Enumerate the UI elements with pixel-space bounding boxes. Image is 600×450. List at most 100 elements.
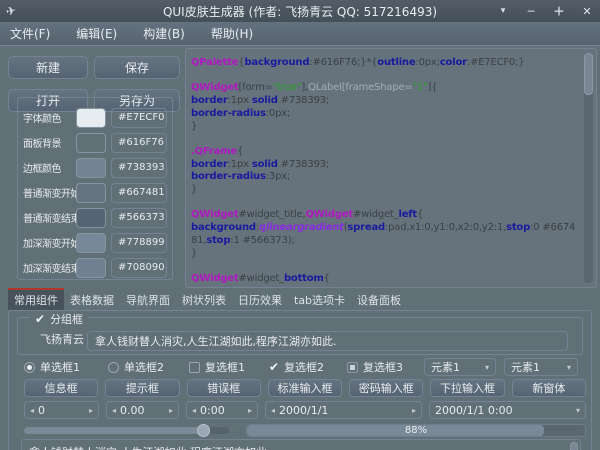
spinbox-value: 0: [38, 404, 85, 417]
spin-left-icon[interactable]: ◂: [112, 406, 116, 415]
color-label: 边框颜色: [23, 160, 76, 175]
chevron-down-icon: ▾: [485, 363, 489, 372]
dialog-button-5[interactable]: 下拉输入框: [430, 379, 504, 397]
code-line-9: border-radius:3px;: [191, 171, 580, 184]
spin-right-icon[interactable]: ▸: [412, 406, 416, 415]
radio-0[interactable]: 单选框1: [24, 358, 80, 376]
code-line-6: [191, 133, 580, 146]
checkbox-label: 复选框3: [363, 359, 403, 375]
color-swatch[interactable]: [76, 108, 106, 128]
code-token: :1px: [228, 95, 252, 106]
combobox-0[interactable]: 元素1▾: [424, 358, 496, 376]
maximize-icon[interactable]: ＋: [552, 3, 566, 19]
file-button-1[interactable]: 保存: [94, 56, 180, 79]
code-line-7: .QFrame{: [191, 146, 580, 159]
textbox-scrollbar-thumb[interactable]: [570, 442, 578, 450]
color-label: 字体颜色: [23, 110, 76, 125]
color-hex-value[interactable]: #738393: [111, 158, 167, 178]
tab-4[interactable]: 日历效果: [232, 288, 288, 310]
color-swatch[interactable]: [76, 258, 106, 278]
code-token: color: [440, 57, 467, 68]
color-swatch[interactable]: [76, 158, 106, 178]
spin-left-icon[interactable]: ◂: [30, 406, 34, 415]
spinbox-value: 2000/1/1: [279, 404, 408, 417]
qss-code-editor[interactable]: QPalette{background:#616F76;}*{outline:0…: [185, 48, 597, 288]
color-label: 加深渐变开始: [23, 235, 76, 250]
radio-label: 单选框1: [40, 359, 80, 375]
horizontal-slider[interactable]: [24, 427, 229, 434]
spin-right-icon[interactable]: ▸: [169, 406, 173, 415]
color-hex-value[interactable]: #616F76: [111, 133, 167, 153]
code-token: #widget_: [353, 209, 399, 220]
spinbox-1[interactable]: ◂0.00▸: [106, 401, 179, 419]
slider-handle[interactable]: [197, 424, 210, 437]
code-line-1: [191, 70, 580, 83]
multiline-textbox[interactable]: 拿人钱财替人消灾,人生江湖如此,程序江湖亦如此.: [21, 439, 581, 450]
close-icon[interactable]: ✕: [580, 5, 594, 18]
checkbox-1[interactable]: ✔复选框2: [269, 358, 324, 376]
color-row-0: 字体颜色 #E7ECF0: [23, 105, 167, 130]
radio-1[interactable]: 单选框2: [108, 358, 164, 376]
progress-bar-label: 88%: [247, 425, 585, 436]
spinbox-value: 2000/1/1 0:00: [435, 404, 572, 417]
code-token: }: [191, 121, 197, 132]
code-token: :#616F76;}*{: [309, 57, 377, 68]
color-hex-value[interactable]: #E7ECF0: [111, 108, 167, 128]
menu-item-3[interactable]: 帮助(H): [211, 25, 253, 42]
dialog-button-4[interactable]: 密码输入框: [349, 379, 423, 397]
chevron-down-icon[interactable]: ▾: [576, 406, 580, 415]
groupbox-checkbox[interactable]: ✔ 分组框: [30, 311, 88, 327]
dialog-button-6[interactable]: 新窗体: [512, 379, 586, 397]
checkbox-2[interactable]: 复选框3: [347, 358, 403, 376]
spin-left-icon[interactable]: ◂: [271, 406, 275, 415]
code-line-5: }: [191, 121, 580, 134]
tab-bar: 常用组件表格数据导航界面树状列表日历效果tab选项卡设备面板: [0, 288, 600, 310]
tab-6[interactable]: 设备面板: [351, 288, 407, 310]
spin-left-icon[interactable]: ◂: [192, 406, 196, 415]
code-token: "1": [413, 82, 428, 93]
chevron-down-icon: ▾: [567, 363, 571, 372]
text-input[interactable]: 拿人钱财替人消灾,人生江湖如此,程序江湖亦如此.: [87, 331, 568, 351]
code-token: .QFrame: [191, 146, 237, 157]
color-swatch[interactable]: [76, 183, 106, 203]
combobox-1[interactable]: 元素1▾: [504, 358, 578, 376]
tab-2[interactable]: 导航界面: [120, 288, 176, 310]
dialog-button-2[interactable]: 错误框: [187, 379, 261, 397]
tab-0[interactable]: 常用组件: [8, 288, 64, 310]
color-swatch[interactable]: [76, 233, 106, 253]
menu-item-1[interactable]: 编辑(E): [76, 25, 117, 42]
spin-right-icon[interactable]: ▸: [89, 406, 93, 415]
code-line-2: QWidget[form="true"],QLabel[frameShape="…: [191, 82, 580, 95]
code-token: :1px: [228, 159, 252, 170]
spin-right-icon[interactable]: ▸: [248, 406, 252, 415]
editor-scrollbar-thumb[interactable]: [584, 53, 593, 95]
tab-page-common-widgets: ✔ 分组框 飞扬青云 拿人钱财替人消灾,人生江湖如此,程序江湖亦如此. 单选框1…: [8, 310, 592, 450]
dialog-button-0[interactable]: 信息框: [24, 379, 98, 397]
menu-item-0[interactable]: 文件(F): [10, 25, 50, 42]
color-label: 普通渐变开始: [23, 185, 76, 200]
dialog-button-1[interactable]: 提示框: [105, 379, 179, 397]
color-hex-value[interactable]: #566373: [111, 208, 167, 228]
menu-item-2[interactable]: 构建(B): [143, 25, 185, 42]
color-hex-value[interactable]: #708090: [111, 258, 167, 278]
tab-1[interactable]: 表格数据: [64, 288, 120, 310]
color-hex-value[interactable]: #667481: [111, 183, 167, 203]
code-token: QLabel[frameShape=: [308, 82, 413, 93]
spinbox-3[interactable]: ◂ 2000/1/1 ▸: [265, 401, 422, 419]
spinbox-2[interactable]: ◂0:00▸: [186, 401, 258, 419]
code-token: #738393;: [278, 95, 329, 106]
checkbox-0[interactable]: 复选框1: [189, 358, 245, 376]
minimize-icon[interactable]: ─: [524, 5, 538, 18]
titlebar-menu-icon[interactable]: ▾: [496, 6, 510, 16]
spinbox-4[interactable]: 2000/1/1 0:00 ▾: [429, 401, 586, 419]
spinbox-0[interactable]: ◂ 0 ▸: [24, 401, 99, 419]
tab-3[interactable]: 树状列表: [176, 288, 232, 310]
tab-5[interactable]: tab选项卡: [288, 288, 351, 310]
file-button-0[interactable]: 新建: [8, 56, 88, 79]
editor-scrollbar[interactable]: [584, 53, 593, 283]
color-swatch[interactable]: [76, 133, 106, 153]
color-swatch[interactable]: [76, 208, 106, 228]
color-settings-group: 字体颜色#E7ECF0面板背景#616F76边框颜色#738393普通渐变开始#…: [17, 97, 173, 280]
color-hex-value[interactable]: #778899: [111, 233, 167, 253]
dialog-button-3[interactable]: 标准输入框: [268, 379, 342, 397]
